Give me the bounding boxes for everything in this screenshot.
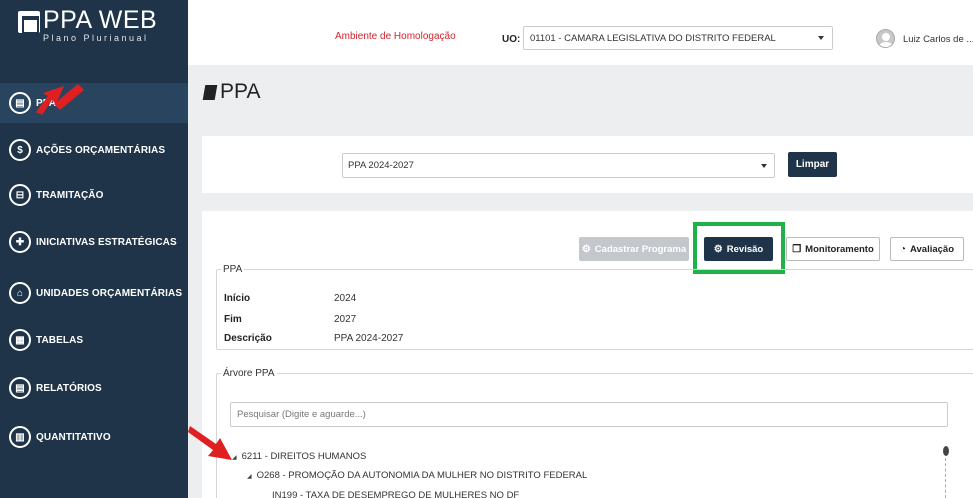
tree-legend: Árvore PPA (223, 368, 275, 379)
bank-icon: ⌂ (9, 282, 31, 304)
file-icon: ▤ (9, 377, 31, 399)
ppa-select-value: PPA 2024-2027 (348, 160, 414, 171)
tree-node-objective[interactable]: ◢ O268 - PROMOÇÃO DA AUTONOMIA DA MULHER … (247, 470, 587, 481)
uo-label: UO: (502, 34, 521, 45)
environment-label: Ambiente de Homologação (335, 31, 456, 42)
tree-search-input[interactable]: Pesquisar (Digite e aguarde...) (230, 402, 948, 427)
page-title: PPA (202, 80, 261, 104)
logo-subtitle: Plano Plurianual (43, 33, 149, 43)
inicio-value: 2024 (334, 293, 357, 304)
uo-select[interactable]: 01101 - CAMARA LEGISLATIVA DO DISTRITO F… (523, 26, 833, 50)
tree-node-label: IN199 - TAXA DE DESEMPREGO DE MULHERES N… (272, 490, 520, 498)
tachometer-icon: ◔ (899, 243, 907, 255)
monitoramento-label: Monitoramento (805, 243, 874, 255)
tree-node-label: O268 - PROMOÇÃO DA AUTONOMIA DA MULHER N… (256, 470, 588, 481)
avatar[interactable] (876, 29, 895, 48)
cadastrar-programa-label: Cadastrar Programa (594, 243, 687, 255)
clear-button[interactable]: Limpar (788, 152, 837, 177)
caret-down-icon[interactable]: ◢ (247, 473, 252, 480)
uo-select-value: 01101 - CAMARA LEGISLATIVA DO DISTRITO F… (530, 32, 776, 44)
avaliacao-button[interactable]: ◔ Avaliação (890, 237, 964, 261)
sidebar-item-label: TRAMITAÇÃO (36, 189, 104, 201)
chart-icon: ▥ (9, 426, 31, 448)
tree-node-indicator[interactable]: IN199 - TAXA DE DESEMPREGO DE MULHERES N… (272, 490, 519, 498)
sidebar: PPA WEB Plano Plurianual ▤ PPA $ AÇÕES O… (0, 0, 188, 498)
chevron-down-icon (761, 164, 767, 168)
sidebar-item-label: AÇÕES ORÇAMENTÁRIAS (36, 144, 166, 156)
book-icon (202, 84, 218, 100)
sidebar-item-label: UNIDADES ORÇAMENTÁRIAS (36, 287, 183, 299)
annotation-arrow-icon (188, 426, 232, 460)
logo-title: PPA WEB (43, 6, 158, 34)
tree-node-label: 6211 - DIREITOS HUMANOS (241, 451, 367, 462)
sidebar-item-label: RELATÓRIOS (36, 382, 102, 394)
user-name[interactable]: Luiz Carlos de ... (903, 34, 973, 45)
main-panel: ⚙ Cadastrar Programa ⚙ Revisão ❐ Monitor… (202, 211, 973, 498)
scrollbar-track[interactable] (945, 458, 946, 498)
scrollbar-thumb[interactable] (943, 446, 949, 456)
app-logo[interactable]: PPA WEB Plano Plurianual (18, 8, 157, 48)
fim-label: Fim (224, 314, 242, 325)
page-title-text: PPA (220, 80, 261, 103)
sidebar-item-unidades-orcamentarias[interactable]: ⌂ UNIDADES ORÇAMENTÁRIAS (0, 273, 188, 313)
sidebar-item-label: TABELAS (36, 334, 84, 346)
sidebar-item-quantitativo[interactable]: ▥ QUANTITATIVO (0, 417, 188, 457)
sidebar-item-iniciativas-estrategicas[interactable]: ✚ INICIATIVAS ESTRATÉGICAS (0, 222, 188, 262)
inbox-icon: ⊟ (9, 184, 31, 206)
cadastrar-programa-button[interactable]: ⚙ Cadastrar Programa (579, 237, 689, 261)
inicio-label: Início (224, 293, 251, 304)
avaliacao-label: Avaliação (910, 243, 955, 255)
fim-value: 2027 (334, 314, 357, 325)
annotation-arrow-icon (36, 84, 84, 115)
ppa-select[interactable]: PPA 2024-2027 (342, 153, 775, 178)
sidebar-item-acoes-orcamentarias[interactable]: $ AÇÕES ORÇAMENTÁRIAS (0, 130, 188, 170)
book-icon: ▤ (9, 92, 31, 114)
copy-icon: ❐ (792, 243, 802, 255)
tree-node-program[interactable]: ◢ 6211 - DIREITOS HUMANOS (232, 451, 366, 462)
sidebar-item-tramitacao[interactable]: ⊟ TRAMITAÇÃO (0, 175, 188, 215)
dollar-icon: $ (9, 139, 31, 161)
descricao-label: Descrição (224, 333, 272, 344)
sidebar-item-tabelas[interactable]: ▦ TABELAS (0, 320, 188, 360)
logo-icon (18, 11, 40, 34)
sidebar-item-relatorios[interactable]: ▤ RELATÓRIOS (0, 368, 188, 408)
chevron-down-icon (818, 36, 824, 40)
sidebar-item-ppa[interactable]: ▤ PPA (0, 83, 188, 123)
monitoramento-button[interactable]: ❐ Monitoramento (786, 237, 880, 261)
ppa-info-legend: PPA (223, 264, 243, 275)
ppa-info-fieldset: PPA Início 2024 Fim 2027 Descrição PPA 2… (216, 264, 973, 350)
table-icon: ▦ (9, 329, 31, 351)
top-header: Ambiente de Homologação UO: 01101 - CAMA… (188, 0, 973, 65)
gear-icon: ⚙ (581, 243, 591, 255)
sidebar-item-label: INICIATIVAS ESTRATÉGICAS (36, 236, 177, 248)
filter-panel: PPA 2024-2027 Limpar (202, 136, 973, 193)
puzzle-icon: ✚ (9, 231, 31, 253)
sidebar-item-label: QUANTITATIVO (36, 431, 111, 443)
descricao-value: PPA 2024-2027 (334, 333, 404, 344)
